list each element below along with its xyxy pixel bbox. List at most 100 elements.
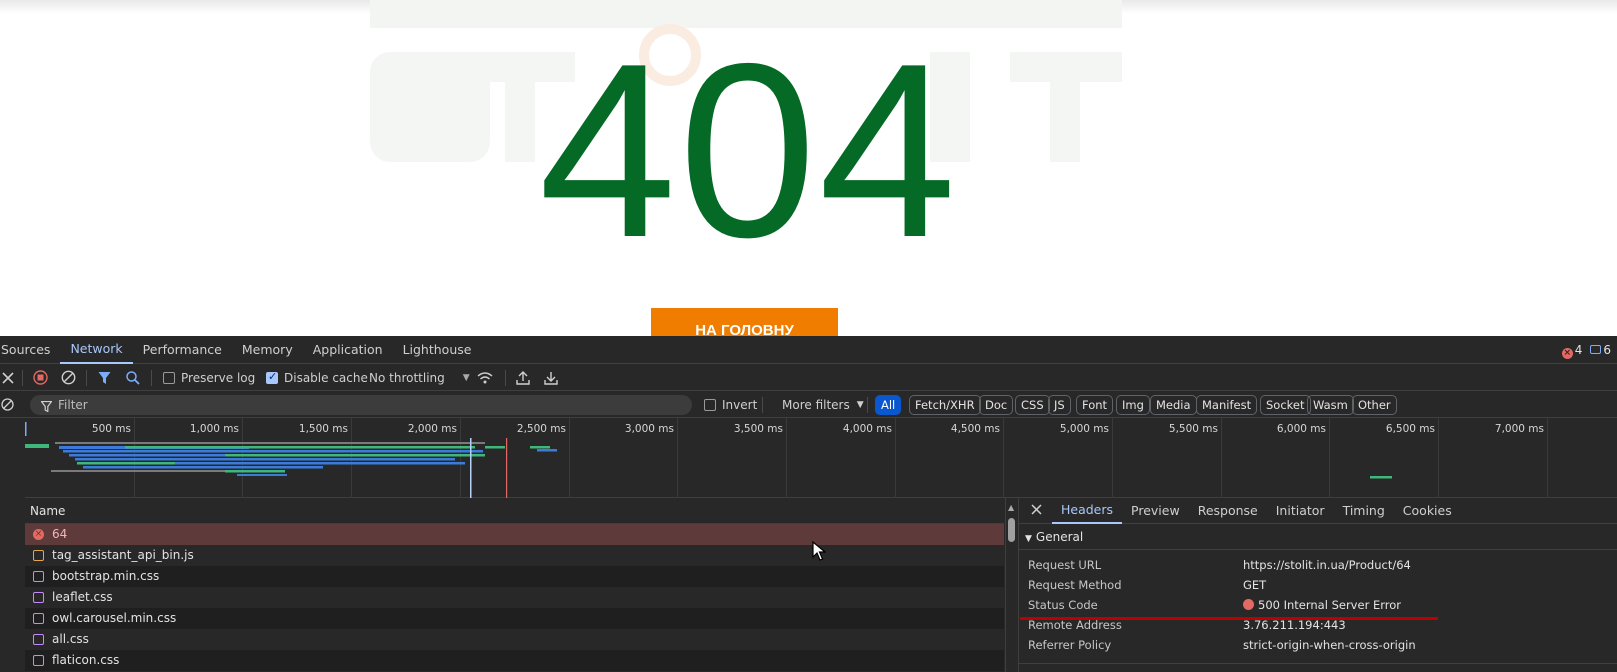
filter-type-js[interactable]: JS [1048,395,1071,415]
throttling-value: No throttling [369,370,445,385]
script-file-icon [33,550,44,561]
filter-input[interactable]: Filter [30,395,692,415]
scrollbar-thumb[interactable] [1008,518,1015,542]
filter-type-img[interactable]: Img [1116,395,1150,415]
network-toolbar: Preserve log Disable cache No throttling… [0,364,1617,391]
request-row[interactable]: owl.carousel.min.css [25,608,1004,629]
request-row[interactable]: bootstrap.min.css [25,566,1004,587]
stylesheet-file-icon [33,592,44,603]
chevron-down-icon: ▼ [856,399,864,410]
request-method-value: GET [1243,578,1267,592]
download-icon[interactable] [544,364,558,391]
filter-type-media[interactable]: Media [1150,395,1197,415]
record-stop-icon[interactable] [33,364,48,391]
toolbar-divider [867,397,868,413]
section-divider [1019,549,1617,550]
funnel-icon [40,400,53,415]
stylesheet-file-icon [33,634,44,645]
request-name: tag_assistant_api_bin.js [52,548,194,562]
header-row-remote-address: Remote Address 3.76.211.194:443 [1028,618,1608,638]
invert-label: Invert [722,397,758,412]
filter-type-manifest[interactable]: Manifest [1196,395,1258,415]
preserve-log-toggle[interactable]: Preserve log [163,364,255,391]
filter-type-css[interactable]: CSS [1015,395,1050,415]
tab-lighthouse[interactable]: Lighthouse [393,336,482,364]
clear-filter-icon[interactable] [1,398,14,414]
tab-response[interactable]: Response [1189,498,1267,524]
header-row-status-code: Status Code 500 Internal Server Error [1028,598,1608,618]
toolbar-divider [505,370,506,386]
preserve-log-checkbox[interactable] [163,371,175,384]
request-row[interactable]: flaticon.css [25,650,1004,671]
toolbar-divider [151,370,152,386]
overview-waterfall [25,422,1392,498]
message-counter[interactable]: 6 [1590,343,1611,359]
section-divider [1019,663,1617,664]
cursor-icon [812,541,826,561]
referrer-policy-value: strict-origin-when-cross-origin [1243,638,1416,652]
network-conditions-icon[interactable] [477,364,493,391]
filter-type-socket[interactable]: Socket [1260,395,1311,415]
close-details-icon[interactable] [1019,503,1052,518]
general-section-toggle[interactable]: ▼ General [1025,530,1083,544]
home-button[interactable]: НА ГОЛОВНУ [651,308,838,336]
request-row[interactable]: tag_assistant_api_bin.js [25,545,1004,566]
upload-icon[interactable] [516,364,530,391]
tab-timing[interactable]: Timing [1334,498,1394,524]
status-annotation-underline [1020,617,1438,620]
tab-application[interactable]: Application [303,336,393,364]
filter-icon[interactable] [98,364,111,391]
close-icon[interactable] [2,364,14,391]
general-section-title: General [1035,530,1084,544]
filter-type-font[interactable]: Font [1076,395,1114,415]
tab-performance[interactable]: Performance [133,336,232,364]
tab-memory[interactable]: Memory [232,336,303,364]
filter-type-doc[interactable]: Doc [979,395,1014,415]
status-code-value: 500 Internal Server Error [1258,598,1401,612]
console-counters[interactable]: × 4 6 [1561,343,1611,359]
disable-cache-checkbox[interactable] [266,370,278,384]
network-overview-timeline[interactable]: 500 ms 1,000 ms 1,500 ms 2,000 ms 2,500 ms 3,… [25,418,1617,498]
filter-type-fetch-xhr[interactable]: Fetch/XHR [909,395,981,415]
toolbar-divider [22,370,23,386]
tab-initiator[interactable]: Initiator [1267,498,1334,524]
tab-preview[interactable]: Preview [1122,498,1189,524]
stylesheet-file-icon [33,613,44,624]
request-url-label: Request URL [1028,558,1102,572]
tab-headers[interactable]: Headers [1052,498,1123,524]
more-filters-button[interactable]: More filters ▼ [782,391,864,418]
search-icon[interactable] [126,364,140,391]
filter-type-other[interactable]: Other [1352,395,1397,415]
error-counter[interactable]: × 4 [1561,343,1582,359]
request-row[interactable]: × 64 [25,524,1004,545]
filter-type-all[interactable]: All [875,395,902,415]
request-name: 64 [52,527,68,541]
column-header-name[interactable]: Name [25,498,1004,524]
clear-icon[interactable] [61,364,76,391]
request-name: flaticon.css [52,653,120,667]
error-code-404: 404 [538,11,959,289]
throttling-select[interactable]: No throttling ▼ [369,364,470,391]
request-name: owl.carousel.min.css [52,611,177,625]
tab-cookies[interactable]: Cookies [1394,498,1461,524]
tab-network[interactable]: Network [60,336,133,364]
error-icon: × [33,529,44,540]
toolbar-divider [86,370,87,386]
invert-checkbox[interactable] [704,398,716,411]
remote-address-label: Remote Address [1028,618,1122,632]
scroll-up-icon[interactable]: ▲ [1008,503,1014,512]
toolbar-divider [762,397,763,413]
message-count: 6 [1603,343,1611,357]
request-url-value: https://stolit.in.ua/Product/64 [1243,558,1411,572]
invert-toggle[interactable]: Invert [704,391,757,418]
filter-type-wasm[interactable]: Wasm [1307,395,1354,415]
request-row[interactable]: leaflet.css [25,587,1004,608]
header-row-request-method: Request Method GET [1028,578,1608,598]
tab-sources[interactable]: Sources [0,336,60,364]
request-name: bootstrap.min.css [52,569,160,583]
remote-address-value: 3.76.211.194:443 [1243,618,1346,632]
disable-cache-toggle[interactable]: Disable cache [266,364,368,391]
request-row[interactable]: all.css [25,629,1004,650]
request-table-scrollbar[interactable]: ▲ [1005,498,1017,672]
preserve-log-label: Preserve log [181,370,256,385]
